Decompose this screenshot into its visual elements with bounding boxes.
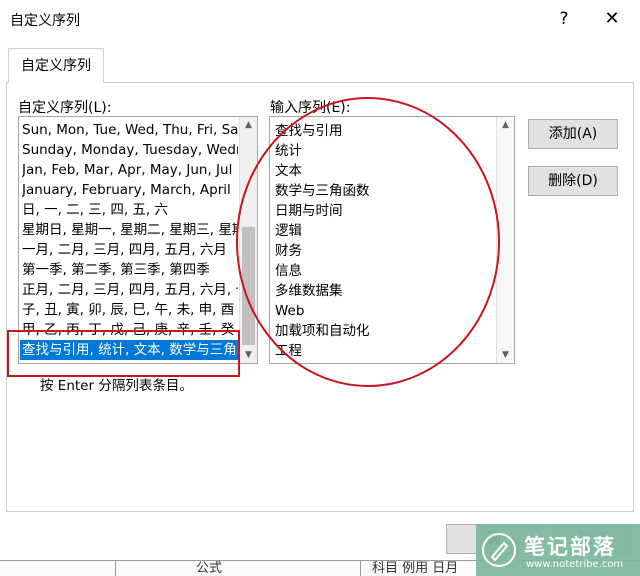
tab-custom-lists[interactable]: 自定义序列 [8,48,104,83]
add-button[interactable]: 添加(A) [528,119,618,149]
list-item[interactable]: 星期日, 星期一, 星期二, 星期三, 星期四 [22,220,238,240]
list-item[interactable]: 正月, 二月, 三月, 四月, 五月, 六月, 七月 [22,280,238,300]
help-button[interactable]: ? [552,6,576,32]
list-item[interactable]: 第一季, 第二季, 第三季, 第四季 [22,260,238,280]
sheet-fragment-right: 科目 例用 日月 [372,561,459,576]
delete-button[interactable]: 删除(D) [528,166,618,196]
list-item[interactable]: Jan, Feb, Mar, Apr, May, Jun, Jul [22,160,238,180]
close-button[interactable]: ✕ [600,6,624,32]
watermark-title: 笔记部落 [524,535,616,559]
list-item[interactable]: January, February, March, April [22,180,238,200]
watermark-logo: 笔记部落 www.notetribe.com [476,524,640,576]
sheet-fragment-left: 公式 [196,561,223,576]
custom-lists-label: 自定义序列(L): [18,100,112,116]
dialog-titlebar: 自定义序列 ? ✕ [0,0,640,40]
list-item[interactable]: 子, 丑, 寅, 卯, 辰, 巳, 午, 未, 申, 酉 [22,300,238,320]
annotation-rectangle [7,330,240,377]
watermark-url: www.notetribe.com [526,559,624,570]
list-item[interactable]: Sun, Mon, Tue, Wed, Thu, Fri, Sat [22,120,238,140]
custom-lists-listbox[interactable]: Sun, Mon, Tue, Wed, Thu, Fri, Sat Sunday… [18,116,258,364]
pen-icon [482,533,516,567]
dialog-title: 自定义序列 [10,13,80,29]
list-item[interactable]: 日, 一, 二, 三, 四, 五, 六 [22,200,238,220]
separator-hint: 按 Enter 分隔列表条目。 [40,378,193,394]
list-item[interactable]: 一月, 二月, 三月, 四月, 五月, 六月 [22,240,238,260]
list-item[interactable]: Sunday, Monday, Tuesday, Wednesday [22,140,238,160]
annotation-ellipse [236,97,500,387]
